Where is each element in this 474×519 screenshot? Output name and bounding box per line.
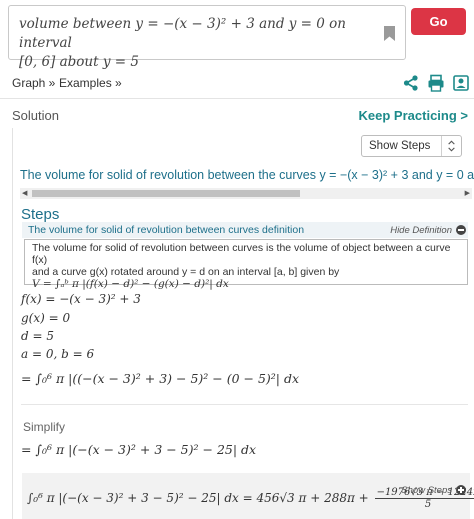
definition-line-2: and a curve g(x) rotated around y = d on…: [32, 266, 340, 278]
examples-link[interactable]: Examples »: [59, 76, 122, 90]
definition-title: The volume for solid of revolution betwe…: [28, 224, 305, 236]
solution-label: Solution: [12, 108, 59, 123]
nav-row: Graph » Examples »: [12, 74, 472, 94]
solution-card: Show Steps The volume for solid of revol…: [12, 128, 474, 519]
equation-f: f(x) = −(x − 3)² + 3: [21, 292, 141, 306]
share-icon[interactable]: [402, 74, 420, 92]
scroll-right-icon[interactable]: ▶: [465, 190, 470, 197]
show-steps-select[interactable]: Show Steps: [361, 135, 462, 157]
go-button[interactable]: Go: [411, 8, 466, 35]
simplify-label: Simplify: [23, 420, 66, 434]
final-lhs: ∫₀⁶ π |(−(x − 3)² + 3 − 5)² − 25| dx = 4…: [27, 491, 369, 505]
final-answer-box: ∫₀⁶ π |(−(x − 3)² + 3 − 5)² − 25| dx = 4…: [22, 473, 474, 519]
definition-box: The volume for solid of revolution betwe…: [24, 239, 468, 290]
select-arrows-icon: [441, 136, 455, 156]
horizontal-scrollbar[interactable]: ◀ ▶: [20, 188, 472, 199]
graph-link[interactable]: Graph »: [12, 76, 55, 90]
query-line-1: volume between y = −(x − 3)² + 3 and y =…: [19, 16, 346, 51]
user-icon[interactable]: [452, 74, 470, 92]
scrollbar-thumb[interactable]: [32, 190, 300, 197]
expand-icon[interactable]: [456, 485, 466, 495]
query-text[interactable]: volume between y = −(x − 3)² + 3 and y =…: [19, 15, 374, 72]
bookmark-icon[interactable]: [384, 26, 395, 41]
equation-integral: = ∫₀⁶ π |((−(x − 3)² + 3) − 5)² − (0 − 5…: [21, 371, 300, 386]
equation-d: d = 5: [21, 329, 54, 343]
scroll-left-icon[interactable]: ◀: [22, 190, 27, 197]
equation-simplified: = ∫₀⁶ π |(−(x − 3)² + 3 − 5)² − 25| dx: [21, 442, 257, 457]
query-line-2: [0, 6] about y = 5: [19, 54, 139, 70]
collapse-icon[interactable]: [456, 225, 466, 235]
result-line: The volume for solid of revolution betwe…: [20, 168, 474, 182]
show-steps-select-value: Show Steps: [369, 140, 431, 152]
print-icon[interactable]: [427, 74, 445, 92]
definition-line-1: The volume for solid of revolution betwe…: [32, 242, 451, 266]
equation-ab: a = 0, b = 6: [21, 347, 95, 361]
final-denominator: 5: [424, 499, 432, 510]
keep-practicing-link[interactable]: Keep Practicing >: [359, 108, 468, 123]
equation-g: g(x) = 0: [21, 311, 71, 325]
definition-formula: V = ∫ₐᵇ π |(f(x) − d)² − (g(x) − d)²| dx: [32, 278, 229, 290]
query-input[interactable]: volume between y = −(x − 3)² + 3 and y =…: [8, 5, 406, 70]
hide-definition-link[interactable]: Hide Definition: [390, 225, 452, 236]
definition-header: The volume for solid of revolution betwe…: [22, 222, 468, 238]
nav-divider: [0, 98, 474, 99]
steps-heading: Steps: [21, 206, 60, 223]
final-show-steps-link[interactable]: Show Steps: [401, 485, 452, 496]
step-divider: [21, 404, 468, 405]
